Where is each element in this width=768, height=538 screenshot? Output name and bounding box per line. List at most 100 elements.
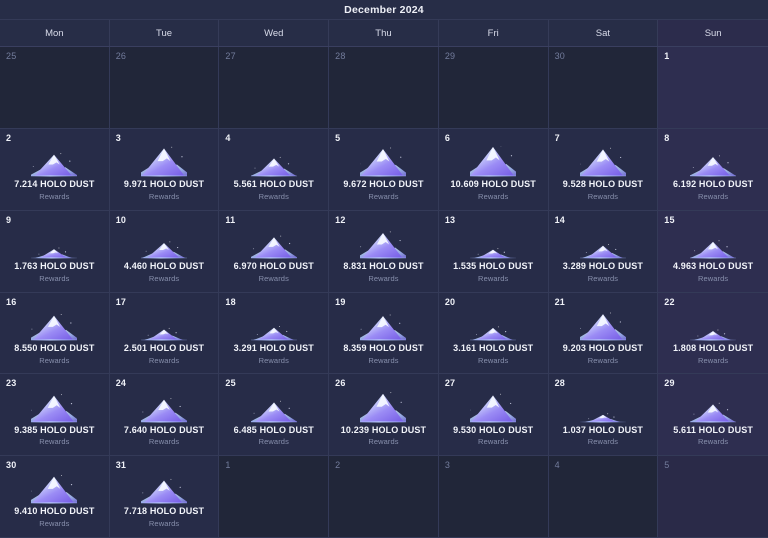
reward-sublabel: Rewards xyxy=(587,355,619,365)
reward-amount: 1.037 HOLO DUST xyxy=(562,424,644,435)
calendar-day-cell[interactable]: 12 8.831 HOLO DUST Rewards xyxy=(329,210,439,293)
holo-dust-mountain-icon xyxy=(31,313,78,341)
holo-dust-mountain-icon xyxy=(31,153,78,177)
reward-amount: 3.291 HOLO DUST xyxy=(233,342,314,353)
reward-block: 3.161 HOLO DUST Rewards xyxy=(445,305,542,370)
holo-dust-icon-wrapper xyxy=(470,310,517,342)
holo-dust-icon-wrapper xyxy=(360,146,407,178)
holo-dust-mountain-icon xyxy=(690,329,737,341)
reward-sublabel: Rewards xyxy=(587,437,619,447)
holo-dust-icon-wrapper xyxy=(360,228,407,260)
calendar-day-cell[interactable]: 27 xyxy=(219,47,330,129)
calendar-day-cell[interactable]: 15 4.963 HOLO DUST Rewards xyxy=(658,210,768,293)
reward-block: 5.561 HOLO DUST Rewards xyxy=(225,141,322,206)
holo-dust-icon-wrapper xyxy=(141,310,188,342)
reward-amount: 10.609 HOLO DUST xyxy=(450,179,536,190)
reward-block: 4.460 HOLO DUST Rewards xyxy=(116,223,213,288)
calendar-day-cell[interactable]: 17 2.501 HOLO DUST Rewards xyxy=(109,292,220,375)
holo-dust-mountain-icon xyxy=(141,397,188,423)
calendar-day-cell[interactable]: 28 1.037 HOLO DUST Rewards xyxy=(548,374,659,457)
weekday-label-sun: Sun xyxy=(658,20,768,46)
page-title: December 2024 xyxy=(0,0,768,20)
calendar-day-cell[interactable]: 21 9.203 HOLO DUST Rewards xyxy=(548,292,659,375)
reward-sublabel: Rewards xyxy=(478,273,509,283)
reward-sublabel: Rewards xyxy=(368,273,399,283)
day-number: 4 xyxy=(554,460,560,471)
weekday-label-wed: Wed xyxy=(219,20,330,46)
calendar-day-cell[interactable]: 27 9.530 HOLO DUST Rewards xyxy=(438,374,549,457)
day-number: 1 xyxy=(225,460,231,471)
calendar-day-cell[interactable]: 16 8.550 HOLO DUST Rewards xyxy=(0,292,110,375)
calendar-day-cell[interactable]: 24 7.640 HOLO DUST Rewards xyxy=(109,374,220,457)
holo-dust-mountain-icon xyxy=(360,231,407,259)
holo-dust-mountain-icon xyxy=(360,391,407,423)
holo-dust-icon-wrapper xyxy=(250,310,297,342)
reward-sublabel: Rewards xyxy=(39,273,70,283)
reward-sublabel: Rewards xyxy=(258,191,289,201)
calendar-day-cell[interactable]: 1 xyxy=(658,47,768,129)
calendar-day-cell[interactable]: 26 10.239 HOLO DUST Rewards xyxy=(329,374,439,457)
calendar-day-cell[interactable]: 19 8.359 HOLO DUST Rewards xyxy=(329,292,439,375)
calendar-day-cell[interactable]: 3 xyxy=(438,456,549,538)
calendar-day-cell[interactable]: 9 1.763 HOLO DUST Rewards xyxy=(0,210,110,293)
holo-dust-icon-wrapper xyxy=(579,146,626,178)
calendar-day-cell[interactable]: 13 1.535 HOLO DUST Rewards xyxy=(438,210,549,293)
calendar-day-cell[interactable]: 10 4.460 HOLO DUST Rewards xyxy=(109,210,220,293)
calendar-day-cell[interactable]: 28 xyxy=(329,47,439,129)
reward-block: 4.963 HOLO DUST Rewards xyxy=(664,223,762,288)
reward-block: 7.214 HOLO DUST Rewards xyxy=(6,141,103,206)
reward-block: 9.203 HOLO DUST Rewards xyxy=(555,305,652,370)
calendar-day-cell[interactable]: 11 6.970 HOLO DUST Rewards xyxy=(219,210,330,293)
calendar-day-cell[interactable]: 22 1.808 HOLO DUST Rewards xyxy=(658,292,768,375)
holo-dust-mountain-icon xyxy=(250,235,297,259)
reward-sublabel: Rewards xyxy=(697,355,729,365)
calendar-day-cell[interactable]: 20 3.161 HOLO DUST Rewards xyxy=(438,292,549,375)
reward-block: 2.501 HOLO DUST Rewards xyxy=(116,305,213,370)
weekday-label-mon: Mon xyxy=(0,20,110,46)
calendar-day-cell[interactable]: 5 9.672 HOLO DUST Rewards xyxy=(329,128,439,211)
calendar-day-cell[interactable]: 6 10.609 HOLO DUST Rewards xyxy=(438,128,549,211)
holo-dust-icon-wrapper xyxy=(250,228,297,260)
holo-dust-mountain-icon xyxy=(690,240,737,259)
reward-sublabel: Rewards xyxy=(39,355,70,365)
calendar-day-cell[interactable]: 25 6.485 HOLO DUST Rewards xyxy=(219,374,330,457)
calendar-day-cell[interactable]: 31 7.718 HOLO DUST Rewards xyxy=(109,456,220,538)
reward-block: 1.535 HOLO DUST Rewards xyxy=(445,223,542,288)
calendar-day-cell[interactable]: 23 9.385 HOLO DUST Rewards xyxy=(0,374,110,457)
calendar-day-cell[interactable]: 2 xyxy=(329,456,439,538)
holo-dust-mountain-icon xyxy=(31,475,78,505)
reward-sublabel: Rewards xyxy=(148,191,180,201)
calendar-day-cell[interactable]: 29 xyxy=(438,47,549,129)
calendar-day-cell[interactable]: 18 3.291 HOLO DUST Rewards xyxy=(219,292,330,375)
holo-dust-icon-wrapper xyxy=(31,392,78,424)
calendar-day-cell[interactable]: 26 xyxy=(109,47,220,129)
calendar-day-cell[interactable]: 2 7.214 HOLO DUST Rewards xyxy=(0,128,110,211)
day-number: 25 xyxy=(6,51,17,61)
calendar-day-cell[interactable]: 5 xyxy=(658,456,768,538)
reward-amount: 9.530 HOLO DUST xyxy=(453,424,534,435)
reward-sublabel: Rewards xyxy=(368,355,399,365)
holo-dust-mountain-icon xyxy=(141,241,188,259)
holo-dust-mountain-icon xyxy=(31,247,78,259)
reward-block: 6.192 HOLO DUST Rewards xyxy=(664,141,762,206)
calendar-day-cell[interactable]: 30 9.410 HOLO DUST Rewards xyxy=(0,456,110,538)
holo-dust-mountain-icon xyxy=(31,393,78,423)
calendar-day-cell[interactable]: 30 xyxy=(548,47,659,129)
calendar-day-cell[interactable]: 14 3.289 HOLO DUST Rewards xyxy=(548,210,659,293)
calendar-day-cell[interactable]: 3 9.971 HOLO DUST Rewards xyxy=(109,128,220,211)
calendar-day-cell[interactable]: 4 5.561 HOLO DUST Rewards xyxy=(219,128,330,211)
reward-sublabel: Rewards xyxy=(39,191,70,201)
calendar-day-cell[interactable]: 7 9.528 HOLO DUST Rewards xyxy=(548,128,659,211)
holo-dust-icon-wrapper xyxy=(470,146,517,178)
holo-dust-mountain-icon xyxy=(360,314,407,341)
reward-amount: 10.239 HOLO DUST xyxy=(340,424,427,435)
holo-dust-mountain-icon xyxy=(250,156,297,177)
reward-amount: 8.831 HOLO DUST xyxy=(343,260,424,271)
reward-amount: 4.963 HOLO DUST xyxy=(673,260,754,271)
calendar-day-cell[interactable]: 29 5.611 HOLO DUST Rewards xyxy=(658,374,768,457)
calendar-day-cell[interactable]: 25 xyxy=(0,47,110,129)
holo-dust-mountain-icon xyxy=(141,479,188,505)
calendar-day-cell[interactable]: 1 xyxy=(219,456,330,538)
calendar-day-cell[interactable]: 8 6.192 HOLO DUST Rewards xyxy=(658,128,768,211)
calendar-day-cell[interactable]: 4 xyxy=(548,456,659,538)
